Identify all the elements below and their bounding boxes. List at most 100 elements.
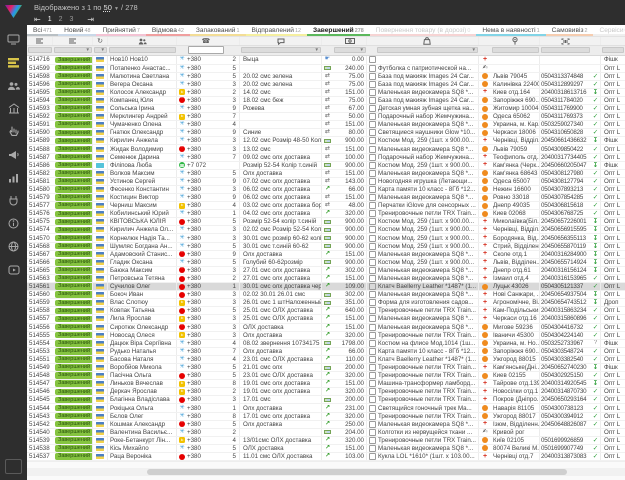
client-phone[interactable]: +380 (187, 267, 225, 274)
status-tab[interactable]: Відправлений12 (246, 25, 308, 36)
ttn-number[interactable]: 20400318613716 (540, 89, 591, 96)
ttn-number[interactable]: 20400316284900 (540, 251, 591, 258)
client-phone[interactable]: +380 (187, 404, 225, 411)
order-row[interactable]: 514546ЗавершенийДеркач Ярославlc+380219.… (27, 388, 625, 396)
city-filter[interactable] (491, 46, 540, 55)
client-phone[interactable]: +380 (187, 56, 225, 63)
source-column-icon[interactable]: ↻ (93, 37, 108, 45)
ttn-number[interactable] (540, 429, 591, 436)
company-icon[interactable] (5, 100, 22, 117)
order-row[interactable]: 514590ЗавершенийГнатюк Олександр✳+3809Си… (27, 129, 625, 137)
order-row[interactable]: 514563ЗавершенийПетровська Тетяна'+38022… (27, 275, 625, 283)
order-row[interactable]: 514580ЗавершенийФесенко Константин✳+3803… (27, 186, 625, 194)
client-phone[interactable]: +380 (187, 81, 225, 88)
client-phone[interactable]: +380 (187, 445, 225, 452)
order-row[interactable]: 514594ЗавершенийКомпанец Юля'+380318.02 … (27, 97, 625, 105)
order-row[interactable]: 514565ЗавершенийБаюка Максим'+380327.01 … (27, 267, 625, 275)
ttn-number[interactable]: 20450655714924 (540, 259, 591, 266)
ttn-number[interactable] (540, 65, 591, 72)
client-phone[interactable]: +380 (187, 234, 225, 241)
client-phone[interactable]: +380 (187, 364, 225, 371)
order-row[interactable]: 514587ЗавершенийСеменюк Дарина✳+380709.0… (27, 154, 625, 162)
globe-icon[interactable] (5, 238, 22, 255)
ttn-number[interactable]: 0504309850422 (540, 145, 591, 152)
ttn-number[interactable]: 0504308127794 (540, 178, 591, 185)
ttn-number[interactable]: 20450660205047 (540, 162, 591, 169)
order-row[interactable]: 514549ЗавершенийВоробйов Микола✳+380521.… (27, 364, 625, 372)
client-phone[interactable]: +380 (187, 145, 225, 152)
status-tab[interactable]: Відмова42 (146, 25, 190, 36)
ttn-number[interactable]: 0504304416732 (540, 324, 591, 331)
client-phone[interactable]: +380 (187, 170, 225, 177)
order-row[interactable]: 514539ЗавершенийРоке-Бетанкурт Лін...lc+… (27, 437, 625, 445)
tag-column[interactable] (601, 37, 625, 45)
client-phone[interactable]: +380 (187, 129, 225, 136)
client-phone[interactable]: +380 (187, 413, 225, 420)
ttn-number[interactable]: 20450655870119 (540, 243, 591, 250)
ttn-number[interactable]: 20400317734405 (540, 154, 591, 161)
order-row[interactable]: 514566ЗавершенийГладик Оксана✳+3805Голуб… (27, 259, 625, 267)
page-number[interactable]: 3 (70, 16, 74, 23)
ttn-number[interactable]: 0504303382540 (540, 356, 591, 363)
phone-column-icon[interactable] (177, 37, 187, 45)
ttn-number[interactable]: 0504306768725 (540, 210, 591, 217)
video-icon[interactable] (5, 261, 22, 278)
statistics-icon[interactable] (5, 169, 22, 186)
amount-filter[interactable]: ▼ (333, 46, 367, 55)
amount-column-icon[interactable] (333, 37, 367, 45)
ttn-number[interactable]: 0504307893213 (540, 186, 591, 193)
client-phone[interactable]: +380 (187, 121, 225, 128)
collapse-icon[interactable] (5, 459, 22, 474)
ttn-number[interactable]: 0501699907749 (540, 445, 591, 452)
order-row[interactable]: 514593ЗавершенийСольська Ірина✳+3809Роже… (27, 105, 625, 113)
client-phone[interactable]: +380 (187, 73, 225, 80)
clients-icon[interactable] (5, 77, 22, 94)
client-phone[interactable]: +380 (187, 437, 225, 444)
client-phone[interactable]: +380 (187, 315, 225, 322)
ttn-number[interactable]: 0504310650828 (540, 129, 591, 136)
ttn-number[interactable]: 20450657226001 (540, 218, 591, 225)
order-row[interactable]: 514556ЗавершенийСиротюк Олександр'+3803О… (27, 324, 625, 332)
ttn-number[interactable]: 0504303548724 (540, 348, 591, 355)
product-filter[interactable]: ▼ (376, 46, 479, 55)
order-row[interactable]: 514567ЗавершенийАдамовский Станис...'+38… (27, 251, 625, 259)
status-tab[interactable]: Прийнятий7 (96, 25, 145, 36)
tag-filter[interactable] (601, 46, 625, 55)
client-phone[interactable]: +380 (187, 194, 225, 201)
dashboard-icon[interactable] (5, 31, 22, 48)
ttn-number[interactable]: 0503259027340 (540, 121, 591, 128)
status-tab[interactable]: Повернення товару (в дорозі)0 (370, 25, 477, 36)
status-tab[interactable]: Запакований1 (190, 25, 246, 36)
ttn-number[interactable]: 20450661436632 (540, 137, 591, 144)
order-row[interactable]: 514568ЗавершенийШумляс Богдана Ан...✳+38… (27, 243, 625, 251)
client-phone[interactable]: +380 (187, 65, 225, 72)
order-row[interactable]: 514540ЗавершенийВалентина Васильє...✳+38… (27, 429, 625, 437)
order-row[interactable]: 514537ЗавершенийРаца Вероніка'+380511.01… (27, 453, 625, 461)
ttn-filter[interactable] (540, 46, 591, 55)
status-tab[interactable]: Всі471 (27, 25, 58, 36)
client-phone[interactable]: +380 (187, 356, 225, 363)
page-number[interactable]: 2 (59, 16, 63, 23)
client-phone[interactable]: +380 (187, 380, 225, 387)
payment-column[interactable] (322, 37, 333, 45)
order-row[interactable]: 514582ЗавершенийВолков Максим✳+3805Олх д… (27, 170, 625, 178)
order-row[interactable]: 514561ЗавершенийСучилов Олег'+380130.01 … (27, 283, 625, 291)
status-tab[interactable]: Завершений278 (307, 25, 370, 36)
client-phone[interactable]: +380 (187, 251, 225, 258)
order-row[interactable]: 514554ЗавершенийДацюк Віра Сергіївна✳+38… (27, 340, 625, 348)
megaphone-icon[interactable] (5, 146, 22, 163)
order-row[interactable]: 514548ЗавершенийПасічна Ольга'+380523.01… (27, 372, 625, 380)
count-column[interactable] (225, 37, 240, 45)
ttn-number[interactable]: 0504300394912 (540, 413, 591, 420)
ttn-number[interactable]: 20450656915595 (540, 226, 591, 233)
client-phone[interactable]: +380 (187, 421, 225, 428)
client-phone[interactable]: +7 072 (187, 162, 225, 169)
status-column-sort-icon[interactable] (53, 37, 93, 45)
ttn-number[interactable]: 20400315860896 (540, 315, 591, 322)
order-row[interactable]: 514599ЗавершенийПотапенко Анастас...✳+38… (27, 65, 625, 73)
order-row[interactable]: 514557ЗавершенийЛила Ярославlc+380325.01… (27, 315, 625, 323)
client-phone[interactable]: +380 (187, 291, 225, 298)
comment-column-icon[interactable] (240, 37, 322, 45)
client-phone[interactable]: +380 (187, 259, 225, 266)
client-phone[interactable]: +380 (187, 332, 225, 339)
